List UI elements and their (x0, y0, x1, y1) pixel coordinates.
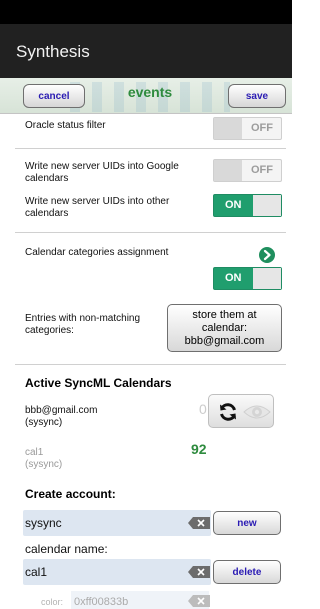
toggle-knob (253, 195, 281, 216)
status-bar (0, 0, 292, 24)
calendar-item-count: 0 (199, 401, 207, 417)
toggle-state: OFF (251, 164, 273, 176)
account-value: sysync (25, 516, 62, 530)
write-uids-other-label: Write new server UIDs into other calenda… (25, 196, 170, 219)
color-label: color: (41, 597, 64, 607)
calendar-name-field[interactable]: cal1 (23, 559, 211, 585)
new-account-button[interactable]: new (213, 511, 281, 535)
toggle-knob (214, 118, 242, 139)
store-button-line: bbb@gmail.com (184, 335, 265, 347)
calendar-name-value: cal1 (25, 565, 48, 579)
active-calendars-heading: Active SyncML Calendars (25, 376, 172, 390)
calendar-item-account: (sysync) (25, 417, 63, 428)
calendar-name-label: calendar name: (25, 542, 108, 556)
chevron-right-icon[interactable] (259, 247, 275, 263)
sync-icon (220, 403, 236, 421)
calendar-item-name: bbb@gmail.com (25, 405, 98, 416)
calendar-item-count: 92 (191, 441, 207, 457)
delete-calendar-button[interactable]: delete (213, 560, 281, 584)
calendar-categories-toggle[interactable]: ON (213, 267, 282, 290)
toggle-knob (214, 160, 242, 181)
color-value: 0xff00833b (74, 596, 129, 608)
store-calendar-button[interactable]: store them at calendar: bbb@gmail.com (167, 304, 282, 352)
save-button[interactable]: save (228, 84, 286, 108)
calendar-categories-label: Calendar categories assignment (25, 247, 169, 258)
write-uids-google-label: Write new server UIDs into Google calend… (25, 161, 179, 184)
oracle-status-filter-label: Oracle status filter (25, 120, 106, 131)
clear-icon[interactable] (188, 566, 210, 578)
account-field[interactable]: sysync (23, 510, 211, 536)
clear-icon[interactable] (188, 517, 210, 529)
eye-icon (243, 405, 271, 419)
toggle-state: ON (225, 199, 242, 211)
toggle-knob (253, 268, 281, 289)
cancel-button[interactable]: cancel (23, 84, 85, 108)
color-row: color: 0xff00833b (23, 591, 283, 609)
store-button-line: store them at (192, 309, 257, 321)
divider (15, 232, 286, 233)
toggle-state: OFF (251, 122, 273, 134)
write-uids-google-toggle[interactable]: OFF (213, 159, 282, 182)
oracle-status-filter-toggle[interactable]: OFF (213, 117, 282, 140)
clear-icon[interactable] (188, 595, 210, 607)
app-title: Synthesis (16, 42, 90, 61)
toggle-state: ON (225, 272, 242, 284)
non-matching-label: Entries with non-matching categories: (25, 313, 141, 336)
app-bar: Synthesis (0, 24, 292, 78)
divider (15, 148, 286, 149)
calendar-item-name: cal1 (25, 447, 44, 458)
divider (15, 364, 286, 365)
store-button-line: calendar: (201, 322, 248, 334)
create-account-heading: Create account: (25, 487, 116, 501)
events-title: events (127, 84, 173, 100)
calendar-item-account: (sysync) (25, 459, 63, 470)
sync-button[interactable] (208, 394, 274, 428)
write-uids-other-toggle[interactable]: ON (213, 194, 282, 217)
action-toolbar: cancel events save (0, 78, 292, 114)
